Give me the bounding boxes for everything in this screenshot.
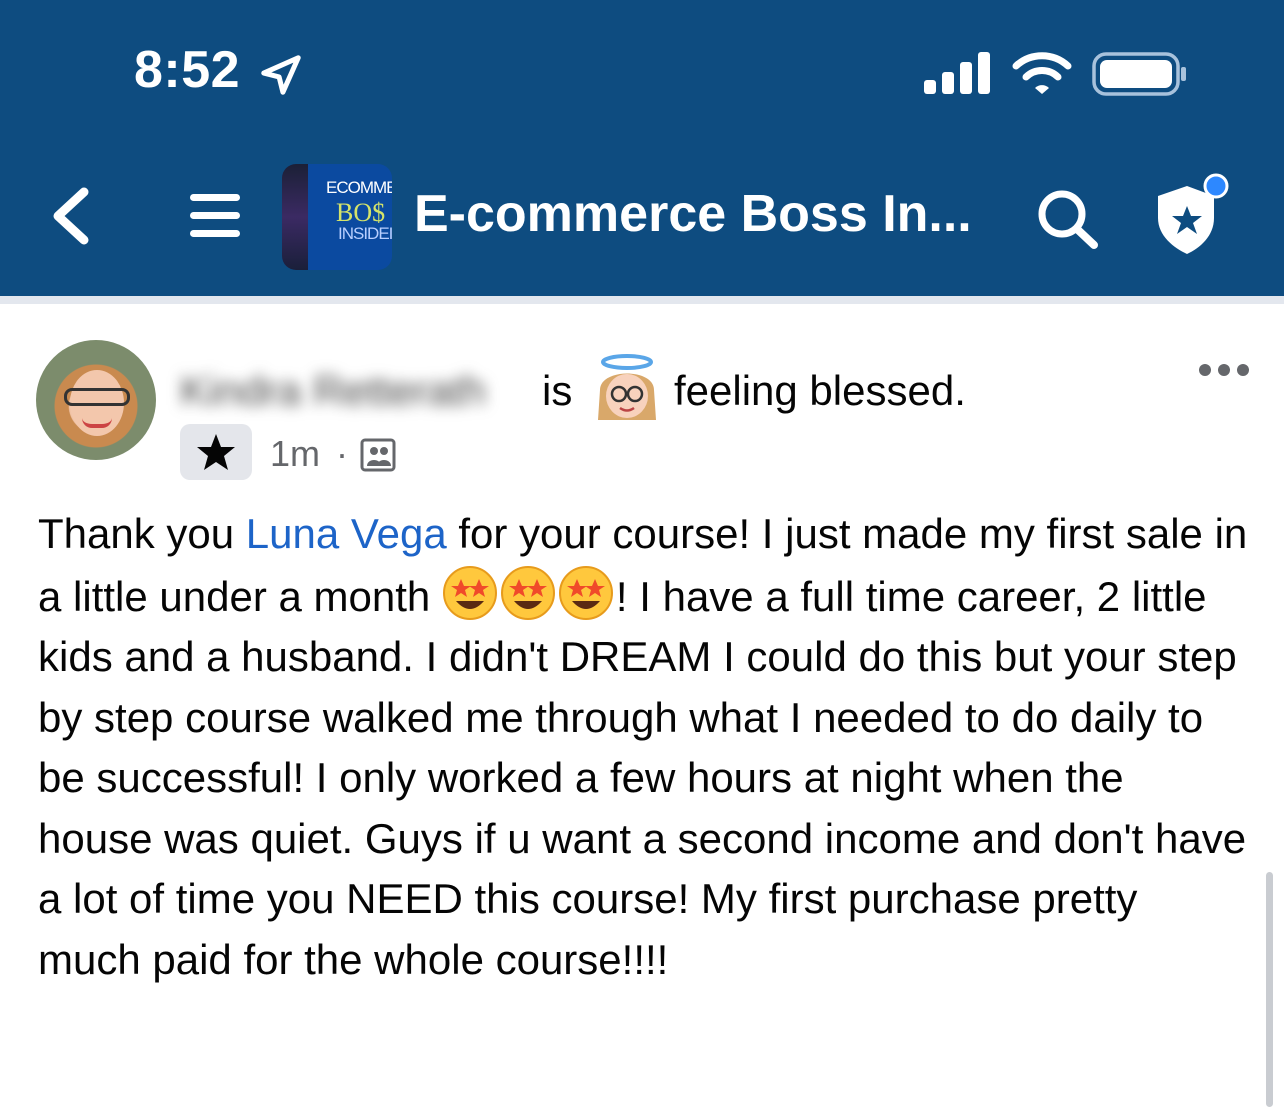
star-icon — [197, 434, 235, 470]
search-icon[interactable] — [1036, 188, 1100, 250]
separator-dot: · — [336, 433, 348, 474]
thumbnail-text-3: INSIDEI — [338, 224, 392, 243]
author-avatar[interactable] — [36, 340, 156, 460]
thumbnail-strip — [282, 164, 308, 270]
post-body: Thank you Luna Vega for your course! I j… — [38, 504, 1248, 990]
status-time: 8:52 — [134, 41, 241, 99]
thumbnail-text-1: ECOMME — [326, 178, 392, 197]
star-struck-emoji — [442, 565, 497, 620]
is-label: is — [542, 367, 573, 414]
post-text-1: Thank you — [38, 510, 246, 557]
wifi-icon — [1012, 52, 1072, 94]
scrollbar[interactable] — [1266, 872, 1273, 1107]
header-divider — [0, 296, 1284, 304]
group-title[interactable]: E-commerce Boss In... — [414, 185, 972, 243]
author-name[interactable]: Kindra Retterath — [180, 367, 486, 414]
group-thumbnail[interactable]: ECOMME BO$ INSIDEI — [282, 164, 392, 270]
feeling-text[interactable]: feeling blessed. — [674, 367, 966, 414]
member-badge[interactable] — [180, 424, 252, 480]
back-arrow-icon[interactable] — [46, 186, 96, 246]
post-text-3: ! I have a full time career, 2 little ki… — [38, 572, 1247, 983]
battery-icon — [1092, 52, 1186, 96]
star-struck-emoji — [558, 565, 613, 620]
post-time[interactable]: 1m — [270, 434, 320, 474]
location-arrow-icon — [261, 55, 301, 95]
halo-face-emoji — [598, 354, 656, 420]
signal-icon — [924, 52, 990, 94]
star-struck-emoji — [500, 565, 555, 620]
more-icon[interactable] — [1198, 362, 1250, 378]
mention-link[interactable]: Luna Vega — [246, 510, 447, 557]
menu-icon[interactable] — [188, 190, 242, 242]
audience-icon — [360, 438, 396, 472]
avatar-glasses — [64, 388, 130, 406]
shield-star-icon[interactable] — [1150, 172, 1232, 256]
